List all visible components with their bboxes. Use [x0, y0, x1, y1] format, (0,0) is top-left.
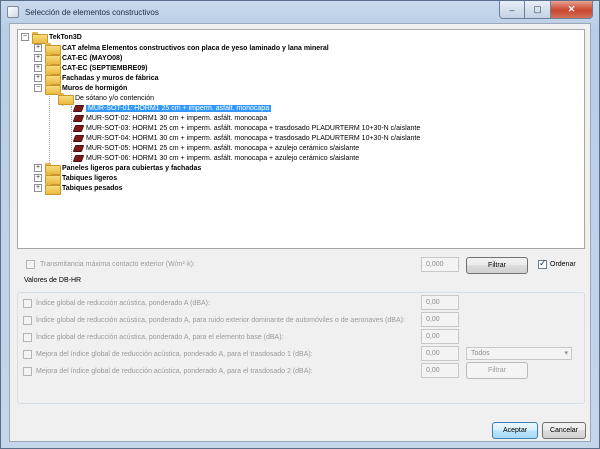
- tree-node-category[interactable]: − Muros de hormigón: [34, 83, 128, 95]
- tree-item-label: MUR-SOT-04: HORM1 30 cm + imperm. asfált…: [86, 134, 421, 142]
- construction-element-icon: [72, 134, 85, 142]
- dbhr-row-field[interactable]: 0,00: [421, 312, 459, 327]
- tree-item-label: MUR-SOT-06: HORM1 30 cm + imperm. asfált…: [86, 154, 360, 162]
- dbhr-row-field[interactable]: 0,00: [421, 346, 459, 361]
- close-button[interactable]: ✕: [551, 1, 593, 19]
- app-icon: [7, 6, 19, 18]
- dbhr-row-label: Índice global de reducción acústica, pon…: [36, 317, 405, 324]
- tree-node-category[interactable]: + Tabiques pesados: [34, 183, 123, 195]
- minimize-button[interactable]: –: [499, 1, 525, 19]
- cancel-button[interactable]: Cancelar: [542, 422, 586, 439]
- dbhr-type-select[interactable]: Todos ▾: [466, 347, 572, 360]
- tree-node-category[interactable]: + CAT afelma Elementos constructivos con…: [34, 43, 329, 55]
- dbhr-filter-button[interactable]: Filtrar: [466, 362, 528, 379]
- expand-toggle[interactable]: +: [34, 54, 42, 62]
- dbhr-row-label: Índice global de reducción acústica, pon…: [36, 300, 210, 307]
- folder-icon: [58, 93, 74, 105]
- transmitancia-checkbox[interactable]: [26, 260, 35, 269]
- tree-item-label: MUR-SOT-03: HORM1 25 cm + imperm. asfált…: [86, 124, 421, 132]
- tree-item[interactable]: MUR-SOT-05: HORM1 25 cm + imperm. asfált…: [72, 143, 360, 153]
- dbhr-row-checkbox[interactable]: [23, 350, 32, 359]
- tree-node-label: De sótano y/o contención: [75, 94, 154, 102]
- construction-element-icon: [72, 124, 85, 132]
- tree-node-category[interactable]: + Fachadas y muros de fábrica: [34, 73, 159, 85]
- tree-item[interactable]: MUR-SOT-01: HORM1 25 cm + imperm. asfált…: [72, 103, 273, 113]
- order-checkbox[interactable]: [538, 258, 547, 269]
- expand-toggle[interactable]: +: [34, 184, 42, 192]
- folder-icon: [45, 63, 61, 75]
- collapse-toggle[interactable]: −: [34, 84, 42, 92]
- tree-node-category[interactable]: + Paneles ligeros para cubiertas y facha…: [34, 163, 202, 175]
- dbhr-row-label: Índice global de reducción acústica, pon…: [36, 334, 284, 341]
- tree-node-label: Paneles ligeros para cubiertas y fachada…: [62, 164, 202, 172]
- tree-node-label: CAT-EC (SEPTIEMBRE09): [62, 64, 148, 72]
- dialog-body: − TekTon3D + CAT afelma Elementos constr…: [9, 23, 591, 442]
- folder-icon: [45, 43, 61, 55]
- chevron-down-icon: ▾: [564, 350, 568, 357]
- window-controls: – ▢ ✕: [499, 1, 593, 19]
- tree-item-label: MUR-SOT-02: HORM1 30 cm + imperm. asfált…: [86, 114, 268, 122]
- expand-toggle[interactable]: +: [34, 174, 42, 182]
- tree-node-category[interactable]: + Tabiques ligeros: [34, 173, 118, 185]
- dbhr-row-checkbox[interactable]: [23, 299, 32, 308]
- tree-node-label: CAT-EC (MAYO08): [62, 54, 123, 62]
- expand-toggle[interactable]: +: [34, 164, 42, 172]
- tree-line: [71, 106, 72, 164]
- folder-icon: [32, 32, 48, 44]
- tree-item[interactable]: MUR-SOT-02: HORM1 30 cm + imperm. asfált…: [72, 113, 268, 123]
- tree-node-label: Tabiques ligeros: [62, 174, 118, 182]
- dbhr-group-title: Valores de DB-HR: [22, 277, 84, 284]
- tree-node-subfolder[interactable]: De sótano y/o contención: [58, 93, 154, 105]
- tree-node-category[interactable]: + CAT-EC (SEPTIEMBRE09): [34, 63, 148, 75]
- collapse-toggle[interactable]: −: [21, 33, 29, 41]
- title-bar[interactable]: Selección de elementos constructivos – ▢…: [1, 1, 599, 23]
- dbhr-row-checkbox[interactable]: [23, 367, 32, 376]
- folder-icon: [45, 53, 61, 65]
- dbhr-row-label: Mejora del índice global de reducción ac…: [36, 351, 313, 358]
- folder-icon: [45, 73, 61, 85]
- tree-item-label: MUR-SOT-05: HORM1 25 cm + imperm. asfált…: [86, 144, 360, 152]
- maximize-button[interactable]: ▢: [525, 1, 551, 19]
- dbhr-row-checkbox[interactable]: [23, 333, 32, 342]
- dbhr-row-label: Mejora del índice global de reducción ac…: [36, 368, 313, 375]
- tree-item[interactable]: MUR-SOT-03: HORM1 25 cm + imperm. asfált…: [72, 123, 421, 133]
- dbhr-type-select-value: Todos: [471, 350, 490, 357]
- dbhr-row-field[interactable]: 0,00: [421, 295, 459, 310]
- tree-item[interactable]: MUR-SOT-06: HORM1 30 cm + imperm. asfált…: [72, 153, 360, 163]
- expand-toggle[interactable]: +: [34, 44, 42, 52]
- dbhr-row-checkbox[interactable]: [23, 316, 32, 325]
- construction-element-icon: [72, 154, 85, 162]
- filter-button[interactable]: Filtrar: [466, 257, 528, 274]
- tree-node-label: Muros de hormigón: [62, 84, 128, 92]
- tree-item[interactable]: MUR-SOT-04: HORM1 30 cm + imperm. asfált…: [72, 133, 421, 143]
- tree-node-label: Tabiques pesados: [62, 184, 123, 192]
- tree-node-label: Fachadas y muros de fábrica: [62, 74, 159, 82]
- folder-icon: [45, 163, 61, 175]
- expand-toggle[interactable]: +: [34, 64, 42, 72]
- construction-element-icon: [72, 144, 85, 152]
- construction-element-icon: [72, 104, 85, 112]
- transmitancia-field[interactable]: 0,000: [421, 257, 459, 272]
- expand-toggle[interactable]: +: [34, 74, 42, 82]
- tree-node-label: CAT afelma Elementos constructivos con p…: [62, 44, 329, 52]
- dbhr-row-field[interactable]: 0,00: [421, 329, 459, 344]
- window-title: Selección de elementos constructivos: [25, 7, 159, 17]
- tree-node-root[interactable]: − TekTon3D: [21, 32, 82, 44]
- tree-node-category[interactable]: + CAT-EC (MAYO08): [34, 53, 123, 65]
- accept-button[interactable]: Aceptar: [492, 422, 538, 439]
- order-label: Ordenar: [550, 261, 576, 268]
- folder-icon: [45, 83, 61, 95]
- transmitancia-label: Transmitancia máxima contacto exterior (…: [40, 261, 195, 268]
- tree-item-label-selected: MUR-SOT-01: HORM1 25 cm + imperm. asfált…: [84, 103, 273, 113]
- tree-node-label: TekTon3D: [49, 33, 82, 41]
- elements-tree[interactable]: − TekTon3D + CAT afelma Elementos constr…: [17, 29, 585, 249]
- folder-icon: [45, 173, 61, 185]
- folder-icon: [45, 183, 61, 195]
- construction-element-icon: [72, 114, 85, 122]
- dialog-window: Selección de elementos constructivos – ▢…: [0, 0, 600, 449]
- dbhr-row-field[interactable]: 0,00: [421, 363, 459, 378]
